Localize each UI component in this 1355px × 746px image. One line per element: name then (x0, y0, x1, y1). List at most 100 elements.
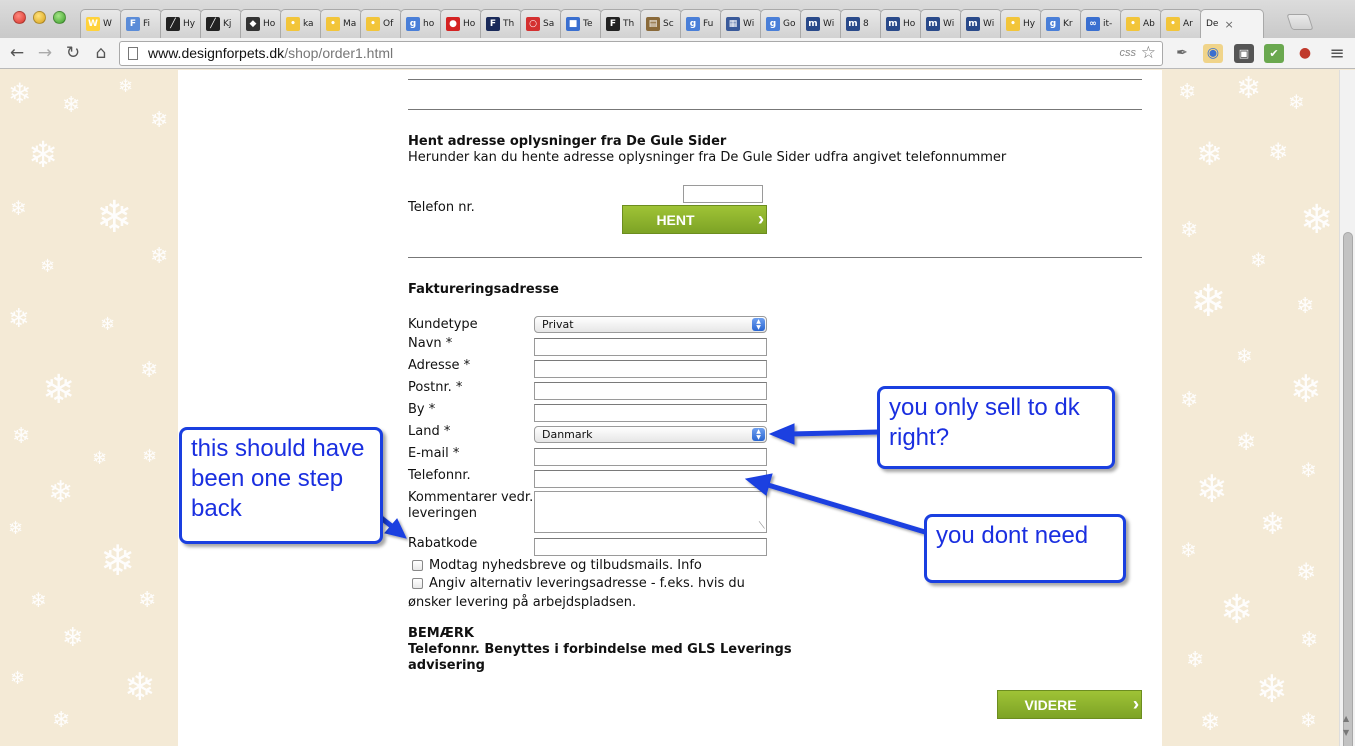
browser-tab[interactable]: • ka (280, 9, 322, 38)
browser-tab[interactable]: ▤ Sc (640, 9, 682, 38)
browser-tab[interactable]: ╱ Hy (160, 9, 202, 38)
alt-address-checkbox[interactable] (412, 578, 423, 589)
browser-tab[interactable]: F Fi (120, 9, 162, 38)
tab-favicon-icon: ● (446, 17, 460, 31)
browser-tab[interactable]: g ho (400, 9, 442, 38)
by-input[interactable] (534, 404, 767, 422)
adresse-label: Adresse * (408, 358, 471, 373)
select-arrows-icon: ▲ ▼ (752, 318, 765, 331)
postnr-label: Postnr. * (408, 380, 463, 395)
land-value: Danmark (542, 428, 593, 441)
kundetype-select[interactable]: Privat ▲ ▼ (534, 316, 767, 333)
tab-favicon-icon: m (846, 17, 860, 31)
browser-tab[interactable]: ○ Sa (520, 9, 562, 38)
url-path: /shop/order1.html (284, 45, 394, 61)
kommentar-textarea[interactable]: ⃥ (534, 491, 767, 533)
tab-title: Fi (143, 19, 151, 29)
browser-tab[interactable]: g Fu (680, 9, 722, 38)
browser-tab[interactable]: m Ho (880, 9, 922, 38)
tab-favicon-icon: • (286, 17, 300, 31)
videre-button[interactable]: VIDERE ›› (997, 690, 1142, 719)
forward-arrow-icon[interactable]: → (34, 43, 56, 63)
browser-tab[interactable]: • Ar (1160, 9, 1202, 38)
wrench-icon[interactable]: ✒ (1172, 44, 1192, 63)
email-input[interactable] (534, 448, 767, 466)
snowflake-icon: ❄ (1196, 135, 1223, 173)
scrollbar-thumb[interactable] (1343, 232, 1353, 746)
browser-tab[interactable]: WW (80, 9, 122, 38)
menu-icon[interactable]: ≡ (1327, 44, 1347, 63)
rabatkode-label: Rabatkode (408, 536, 478, 551)
navn-input[interactable] (534, 338, 767, 356)
browser-tab[interactable]: ● Ho (440, 9, 482, 38)
snowflake-icon: ❄ (1180, 538, 1197, 562)
lookup-description: Herunder kan du hente adresse oplysninge… (408, 150, 1007, 165)
evernote-extension-icon[interactable]: ✔ (1264, 44, 1284, 63)
snowflake-icon: ❄ (118, 76, 134, 97)
land-select[interactable]: Danmark ▲ ▼ (534, 426, 767, 443)
browser-tab[interactable]: F Th (480, 9, 522, 38)
scroll-up-arrow-icon[interactable]: ▲ (1343, 714, 1349, 723)
kundetype-value: Privat (542, 318, 574, 331)
bookmark-star-icon[interactable]: ☆ (1141, 41, 1156, 64)
tab-favicon-icon: m (926, 17, 940, 31)
browser-tab[interactable]: F Th (600, 9, 642, 38)
browser-tab[interactable]: m Wi (920, 9, 962, 38)
browser-tab[interactable]: ╱ Kj (200, 9, 242, 38)
email-label: E-mail * (408, 446, 460, 461)
telefonnr-label: Telefonnr. (408, 468, 471, 483)
address-bar[interactable]: www.designforpets.dk/shop/order1.html cs… (119, 41, 1163, 66)
tab-favicon-icon: m (966, 17, 980, 31)
snowflake-icon: ❄ (1186, 648, 1205, 673)
snowflake-icon: ❄ (1180, 388, 1199, 413)
browser-tab[interactable]: • Of (360, 9, 402, 38)
home-icon[interactable]: ⌂ (90, 43, 112, 63)
hent-button[interactable]: HENT ›› (622, 205, 767, 234)
tab-favicon-icon: • (1126, 17, 1140, 31)
snowflake-icon: ❄ (142, 446, 158, 467)
extension-icon[interactable]: ◉ (1203, 44, 1223, 63)
tab-title: Hy (1023, 19, 1036, 29)
browser-tab[interactable]: ■ Te (560, 9, 602, 38)
tab-favicon-icon: ∞ (1086, 17, 1100, 31)
tab-title: Hy (183, 19, 196, 29)
alt-address-label-line1: Angiv alternativ leveringsadresse - f.ek… (429, 576, 745, 591)
lookup-phone-input[interactable] (683, 185, 763, 203)
telefonnr-input[interactable] (534, 470, 767, 488)
newsletter-checkbox[interactable] (412, 560, 423, 571)
zoom-window-button[interactable] (53, 11, 66, 24)
browser-tab[interactable]: ▦ Wi (720, 9, 762, 38)
new-tab-button[interactable] (1286, 14, 1314, 30)
tab-close-icon[interactable]: × (1224, 18, 1233, 31)
tab-favicon-icon: F (606, 17, 620, 31)
browser-tab[interactable]: m Wi (960, 9, 1002, 38)
browser-tab-active[interactable]: De × (1200, 9, 1264, 38)
back-arrow-icon[interactable]: ← (6, 43, 28, 63)
minimize-window-button[interactable] (33, 11, 46, 24)
css-extension-badge[interactable]: css (1120, 42, 1137, 65)
browser-tab[interactable]: • Hy (1000, 9, 1042, 38)
snowflake-icon: ❄ (8, 304, 30, 334)
scroll-down-arrow-icon[interactable]: ▼ (1343, 728, 1349, 737)
browser-tab[interactable]: ◆ Ho (240, 9, 282, 38)
postnr-input[interactable] (534, 382, 767, 400)
close-window-button[interactable] (13, 11, 26, 24)
tab-title: 8 (863, 19, 869, 29)
page-icon (128, 47, 138, 60)
browser-tab[interactable]: ∞ it- (1080, 9, 1122, 38)
divider (408, 109, 1142, 110)
adresse-input[interactable] (534, 360, 767, 378)
screenshot-extension-icon[interactable]: ▣ (1234, 44, 1254, 63)
rabatkode-input[interactable] (534, 538, 767, 556)
browser-tab[interactable]: m8 (840, 9, 882, 38)
browser-tab[interactable]: g Go (760, 9, 802, 38)
browser-tab[interactable]: • Ma (320, 9, 362, 38)
car-extension-icon[interactable]: ● (1295, 44, 1315, 63)
browser-tab[interactable]: g Kr (1040, 9, 1082, 38)
tab-title: Wi (743, 19, 755, 29)
browser-tab[interactable]: • Ab (1120, 9, 1162, 38)
vertical-scrollbar[interactable]: ▲ ▼ (1339, 70, 1355, 746)
browser-tab[interactable]: m Wi (800, 9, 842, 38)
reload-icon[interactable]: ↻ (62, 43, 84, 63)
tab-title: Ho (263, 19, 276, 29)
